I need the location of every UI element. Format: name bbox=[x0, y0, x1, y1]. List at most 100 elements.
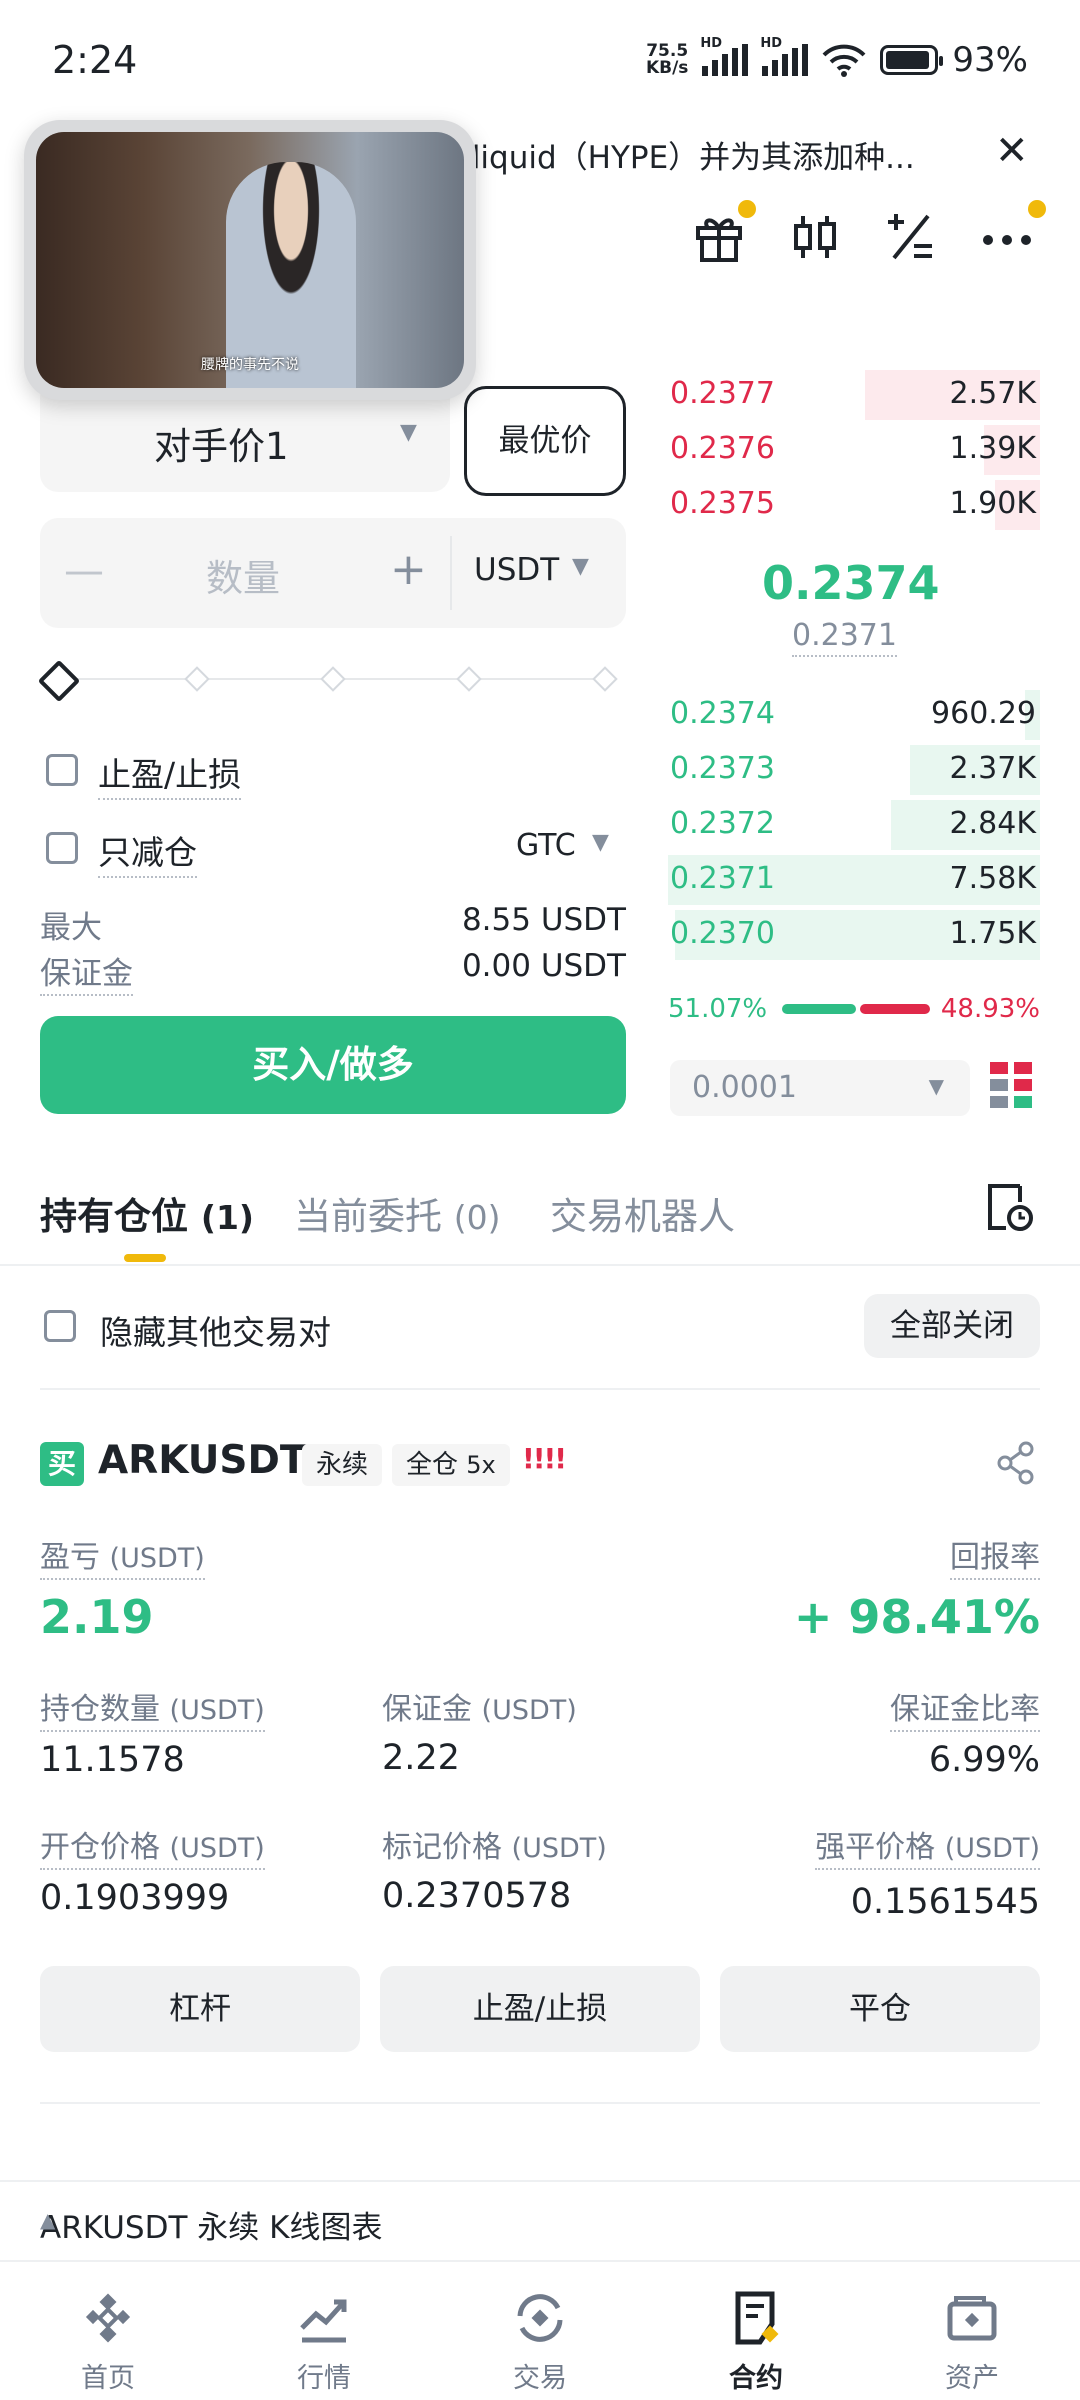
close-all-button[interactable]: 全部关闭 bbox=[864, 1294, 1040, 1358]
position-margin: 2.22 bbox=[382, 1738, 460, 1778]
entry-price: 0.1903999 bbox=[40, 1878, 230, 1918]
ask-price: 0.2377 bbox=[670, 376, 775, 411]
position-size: 11.1578 bbox=[40, 1740, 185, 1780]
plus-button[interactable]: + bbox=[390, 544, 427, 595]
tab-positions[interactable]: 持有仓位 (1) bbox=[40, 1186, 254, 1240]
liq-unit: (USDT) bbox=[944, 1833, 1040, 1864]
calculator-icon[interactable] bbox=[884, 210, 938, 264]
status-icons: 75.5 KB/s HD HD 93% bbox=[646, 36, 1028, 80]
slider-step-25[interactable] bbox=[184, 666, 210, 692]
last-price: 0.2374 bbox=[762, 556, 940, 610]
home-icon bbox=[85, 2293, 131, 2343]
hide-other-pairs-checkbox[interactable] bbox=[44, 1310, 76, 1342]
bid-price: 0.2370 bbox=[670, 916, 775, 951]
margin-label: 保证金 (USDT) bbox=[382, 1684, 577, 1728]
history-icon[interactable] bbox=[984, 1180, 1034, 1238]
nav-home-label: 首页 bbox=[81, 2363, 135, 2394]
close-position-button[interactable]: 平仓 bbox=[720, 1966, 1040, 2052]
entry-price-label[interactable]: 开仓价格 (USDT) bbox=[40, 1822, 265, 1870]
gift-icon[interactable] bbox=[692, 210, 746, 264]
bid-quantity: 2.84K bbox=[949, 806, 1036, 841]
close-icon[interactable]: ✕ bbox=[995, 128, 1029, 174]
liquidation-price-label[interactable]: 强平价格 (USDT) bbox=[815, 1822, 1040, 1870]
slider-step-100[interactable] bbox=[592, 666, 618, 692]
roe-label[interactable]: 回报率 bbox=[950, 1532, 1040, 1580]
nav-trade-label: 交易 bbox=[513, 2363, 567, 2394]
more-icon[interactable] bbox=[980, 210, 1034, 264]
ask-row[interactable]: 0.2377 2.57K bbox=[668, 368, 1040, 420]
kline-chart-toggle[interactable]: ARKUSDT 永续 K线图表 ▲ bbox=[0, 2180, 1080, 2262]
bid-quantity: 1.75K bbox=[949, 916, 1036, 951]
bid-row[interactable]: 0.2371 7.58K bbox=[668, 853, 1040, 905]
bid-price: 0.2374 bbox=[670, 696, 775, 731]
history-svg bbox=[988, 1184, 1033, 1231]
bid-row[interactable]: 0.2370 1.75K bbox=[668, 908, 1040, 960]
ask-row[interactable]: 0.2376 1.39K bbox=[668, 423, 1040, 475]
bid-row[interactable]: 0.2373 2.37K bbox=[668, 743, 1040, 795]
size-label-text: 持仓数量 bbox=[40, 1692, 160, 1727]
floating-video-player[interactable]: 腰牌的事先不说 bbox=[24, 120, 476, 400]
roe-value: + 98.41% bbox=[793, 1590, 1040, 1644]
mark-price[interactable]: 0.2371 bbox=[792, 618, 897, 657]
liq-label-text: 强平价格 bbox=[815, 1830, 936, 1865]
best-price-button[interactable]: 最优价 bbox=[464, 386, 626, 496]
buy-long-button[interactable]: 买入/做多 bbox=[40, 1016, 626, 1114]
signal-icon: HD bbox=[700, 36, 749, 76]
tab-trading-bots[interactable]: 交易机器人 bbox=[550, 1186, 735, 1240]
quantity-input[interactable]: — 数量 + USDT ▼ bbox=[40, 518, 626, 628]
status-bar: 2:24 75.5 KB/s HD HD 93% bbox=[0, 0, 1080, 130]
margin-mode-chip: 全仓 5x bbox=[392, 1444, 510, 1486]
reduce-only-label[interactable]: 只减仓 bbox=[98, 826, 197, 878]
network-speed: 75.5 KB/s bbox=[646, 43, 688, 77]
nav-home[interactable]: 首页 bbox=[0, 2264, 216, 2400]
bid-row[interactable]: 0.2372 2.84K bbox=[668, 798, 1040, 850]
battery-icon bbox=[880, 45, 944, 75]
tpsl-label[interactable]: 止盈/止损 bbox=[98, 748, 242, 800]
unit-select[interactable]: USDT bbox=[474, 552, 559, 588]
orderbook-layout-icon[interactable] bbox=[990, 1062, 1034, 1108]
margin-mode-label: 全仓 bbox=[406, 1450, 459, 1480]
gift-badge bbox=[738, 200, 756, 218]
nav-assets[interactable]: 资产 bbox=[864, 2264, 1080, 2400]
trade-icon bbox=[517, 2294, 563, 2342]
pnl-label[interactable]: 盈亏 (USDT) bbox=[40, 1532, 205, 1580]
size-unit: (USDT) bbox=[169, 1695, 265, 1726]
reduce-only-checkbox[interactable] bbox=[46, 832, 78, 864]
nav-trade[interactable]: 交易 bbox=[432, 2264, 648, 2400]
tpsl-button[interactable]: 止盈/止损 bbox=[380, 1966, 700, 2052]
margin-ratio-label[interactable]: 保证金比率 bbox=[890, 1684, 1040, 1732]
tab-open-orders[interactable]: 当前委托 (0) bbox=[294, 1186, 501, 1240]
margin-label[interactable]: 保证金 bbox=[40, 956, 133, 996]
slider-step-75[interactable] bbox=[456, 666, 482, 692]
hide-other-pairs-label[interactable]: 隐藏其他交易对 bbox=[100, 1306, 331, 1354]
precision-select[interactable]: 0.0001 ▼ bbox=[670, 1060, 970, 1116]
bid-row[interactable]: 0.2374 960.29 bbox=[668, 688, 1040, 740]
announcement-text[interactable]: erliquid（HYPE）并为其添加种... bbox=[440, 132, 915, 177]
ask-row[interactable]: 0.2375 1.90K bbox=[668, 478, 1040, 530]
nav-markets[interactable]: 行情 bbox=[216, 2264, 432, 2400]
candlestick-svg bbox=[794, 216, 836, 258]
pnl-unit: (USDT) bbox=[109, 1543, 205, 1574]
chevron-down-icon: ▼ bbox=[572, 554, 589, 579]
calculator-svg bbox=[888, 214, 932, 260]
candlestick-icon[interactable] bbox=[788, 210, 842, 264]
slider-handle[interactable] bbox=[37, 659, 81, 703]
share-icon[interactable] bbox=[996, 1440, 1036, 1486]
buy-ratio: 51.07% bbox=[668, 994, 768, 1024]
risk-warning-icon[interactable]: !!!! bbox=[522, 1442, 567, 1475]
max-row: 最大 8.55 USDT bbox=[40, 902, 626, 947]
position-size-label[interactable]: 持仓数量 (USDT) bbox=[40, 1684, 265, 1732]
entry-label-text: 开仓价格 bbox=[40, 1830, 160, 1865]
nav-futures[interactable]: 合约 bbox=[648, 2264, 864, 2400]
leverage-button[interactable]: 杠杆 bbox=[40, 1966, 360, 2052]
minus-button[interactable]: — bbox=[64, 548, 104, 594]
slider-step-50[interactable] bbox=[320, 666, 346, 692]
sell-ratio-bar bbox=[860, 1004, 930, 1014]
wifi-icon bbox=[822, 44, 866, 77]
chevron-down-icon: ▼ bbox=[592, 830, 609, 855]
position-symbol[interactable]: ARKUSDT bbox=[98, 1438, 306, 1483]
tpsl-checkbox[interactable] bbox=[46, 754, 78, 786]
mark-price-label: 标记价格 (USDT) bbox=[382, 1822, 607, 1866]
tab-open-orders-label: 当前委托 bbox=[294, 1195, 442, 1238]
time-in-force-select[interactable]: GTC bbox=[516, 828, 576, 863]
